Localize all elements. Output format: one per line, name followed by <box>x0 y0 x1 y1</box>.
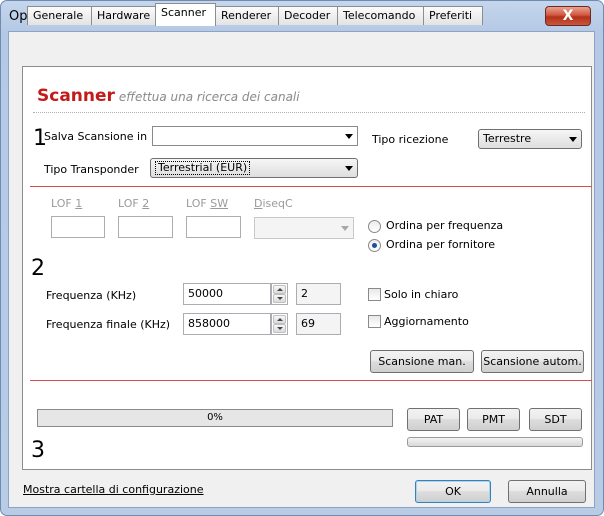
sort-frequency-label[interactable]: Ordina per frequenza <box>386 219 503 232</box>
chevron-down-icon <box>345 134 353 139</box>
section-number-2: 2 <box>31 256 45 281</box>
frequenza-channel: 2 <box>296 283 341 305</box>
sdt-button[interactable]: SDT <box>529 408 582 431</box>
lof1-label: LOF 1 <box>51 197 83 210</box>
spin-down-icon[interactable] <box>273 324 286 333</box>
sort-provider-label[interactable]: Ordina per fornitore <box>386 238 495 251</box>
lof2-label: LOF 2 <box>118 197 150 210</box>
cancel-button[interactable]: Annulla <box>508 480 586 503</box>
sort-frequency-radio[interactable] <box>368 220 381 233</box>
diseqc-label: DiseqC <box>254 197 293 210</box>
solo-in-chiaro-label[interactable]: Solo in chiaro <box>384 288 458 301</box>
frequenza-finale-label: Frequenza finale (KHz) <box>46 318 171 331</box>
tab-hardware[interactable]: Hardware <box>91 6 156 25</box>
section-divider-2 <box>30 380 592 381</box>
spin-up-icon[interactable] <box>273 285 286 294</box>
config-folder-link[interactable]: Mostra cartella di configurazione <box>23 483 204 496</box>
lof1-input[interactable] <box>51 216 105 238</box>
spin-down-icon[interactable] <box>273 294 286 303</box>
pmt-button[interactable]: PMT <box>467 408 520 431</box>
lof2-input[interactable] <box>118 216 173 238</box>
pat-button[interactable]: PAT <box>407 408 460 431</box>
frequenza-finale-channel: 69 <box>296 313 341 335</box>
frequenza-input[interactable]: 50000 <box>183 283 271 305</box>
tab-generale[interactable]: Generale <box>27 6 92 25</box>
frequenza-spinner[interactable] <box>271 283 288 305</box>
section-header: Scanner effettua una ricerca dei canali <box>37 86 300 106</box>
aggiornamento-label[interactable]: Aggiornamento <box>384 315 469 328</box>
tipo-ricezione-label: Tipo ricezione <box>372 133 449 146</box>
ok-button[interactable]: OK <box>415 480 491 503</box>
tab-scanner[interactable]: Scanner <box>155 3 216 26</box>
chevron-down-icon <box>569 137 577 142</box>
lofsw-label: LOF SW <box>186 197 229 210</box>
aggiornamento-checkbox[interactable] <box>368 315 381 328</box>
spin-up-icon[interactable] <box>273 315 286 324</box>
scan-manual-button[interactable]: Scansione man. <box>370 350 474 373</box>
header-subtitle: effettua una ricerca dei canali <box>118 90 300 104</box>
scan-auto-button[interactable]: Scansione autom. <box>481 350 584 373</box>
header-divider <box>33 112 585 113</box>
tipo-transponder-label: Tipo Transponder <box>44 163 139 176</box>
salva-scansione-select[interactable] <box>152 126 358 146</box>
lofsw-input[interactable] <box>186 216 241 238</box>
chevron-down-icon <box>345 166 353 171</box>
tipo-ricezione-select[interactable]: Terrestre <box>478 129 582 149</box>
signal-level-bar <box>407 437 583 447</box>
chevron-down-icon <box>341 226 349 231</box>
tab-renderer[interactable]: Renderer <box>215 6 279 25</box>
tipo-ricezione-value: Terrestre <box>483 132 532 145</box>
salva-scansione-label: Salva Scansione in <box>44 130 148 143</box>
header-title: Scanner <box>37 86 115 106</box>
tipo-transponder-value: Terrestrial (EUR) <box>155 161 251 175</box>
frequenza-finale-input[interactable]: 858000 <box>183 313 271 335</box>
section-divider-1 <box>30 186 592 187</box>
close-button[interactable]: X <box>545 6 591 26</box>
frequenza-finale-spinner[interactable] <box>271 313 288 335</box>
tab-telecomando[interactable]: Telecomando <box>337 6 424 25</box>
sort-provider-radio[interactable] <box>368 239 381 252</box>
solo-in-chiaro-checkbox[interactable] <box>368 288 381 301</box>
tipo-transponder-select[interactable]: Terrestrial (EUR) <box>150 158 358 178</box>
frequenza-label: Frequenza (KHz) <box>46 289 137 302</box>
scan-progress-bar: 0% <box>37 409 393 427</box>
diseqc-select[interactable] <box>254 217 354 239</box>
tab-preferiti[interactable]: Preferiti <box>423 6 483 25</box>
section-number-3: 3 <box>31 438 45 463</box>
tab-decoder[interactable]: Decoder <box>278 6 338 25</box>
